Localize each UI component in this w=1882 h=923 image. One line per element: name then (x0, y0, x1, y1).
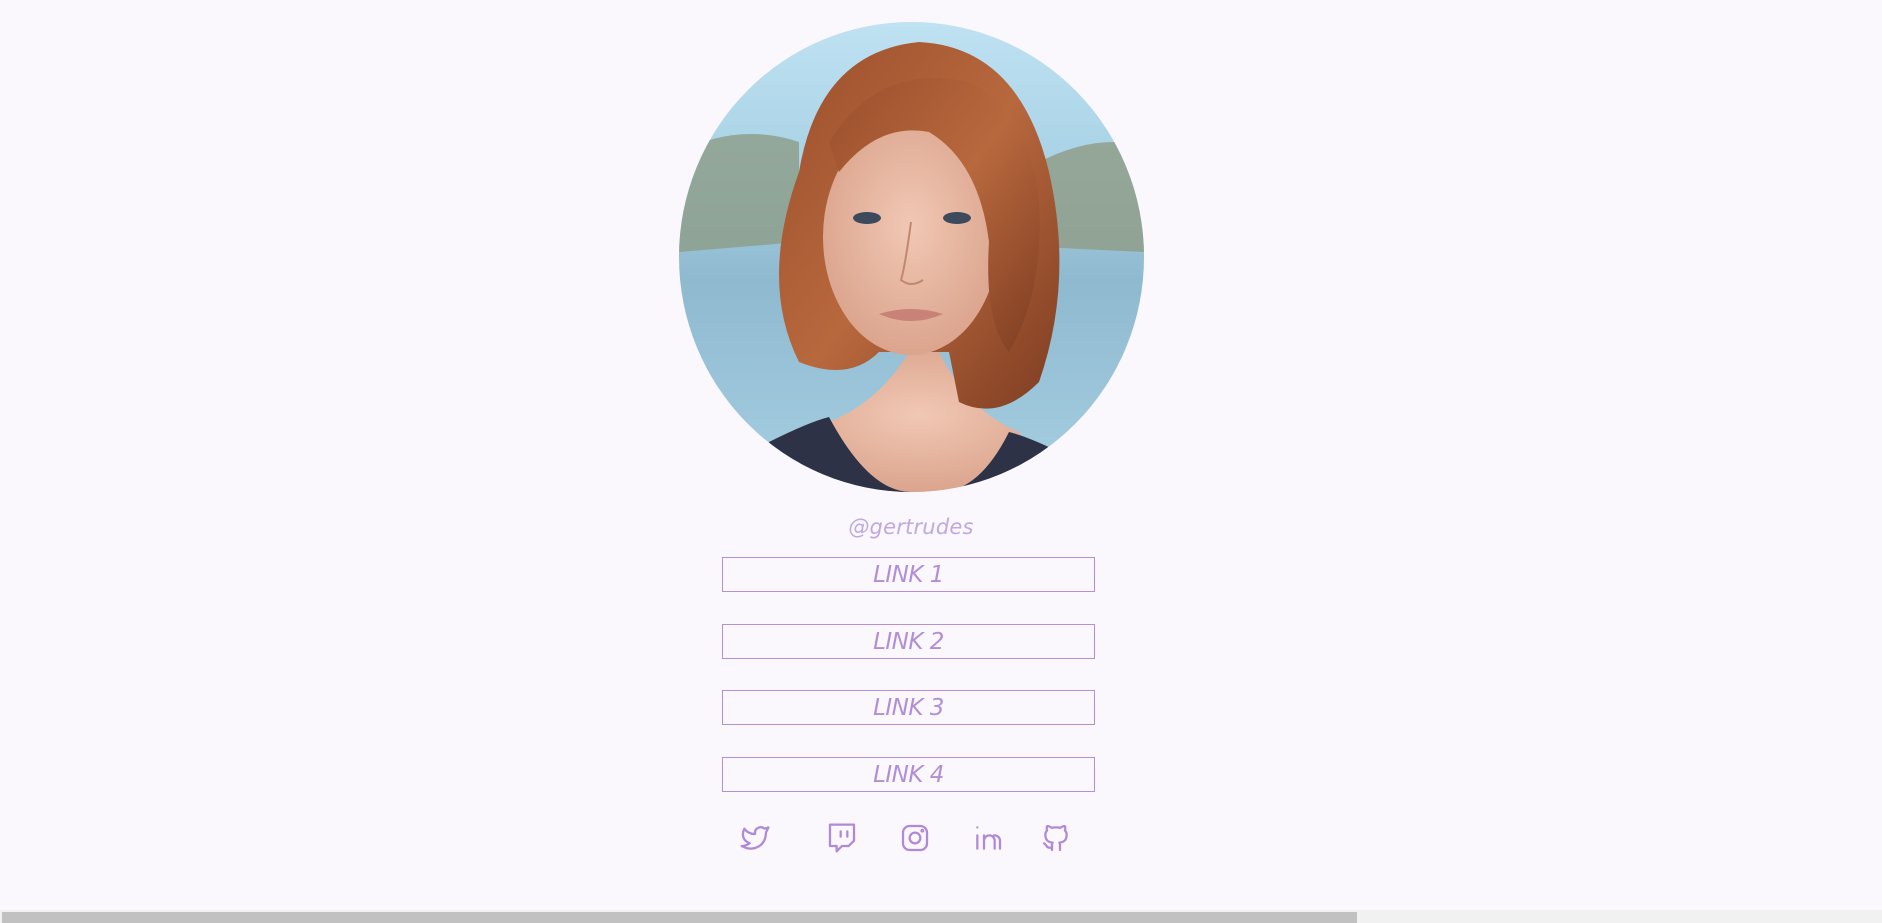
twitch-link[interactable] (825, 821, 859, 855)
link-button-4[interactable]: LINK 4 (722, 757, 1095, 792)
instagram-icon (901, 824, 929, 852)
github-icon (1042, 824, 1068, 852)
link-button-2[interactable]: LINK 2 (722, 624, 1095, 659)
twitch-icon (828, 823, 856, 853)
link-button-3[interactable]: LINK 3 (722, 690, 1095, 725)
linkedin-icon (976, 826, 1002, 850)
page: @gertrudes LINK 1 LINK 2 LINK 3 LINK 4 (0, 0, 1882, 910)
github-link[interactable] (1039, 821, 1073, 855)
profile-avatar (679, 22, 1144, 492)
scrollbar-thumb[interactable] (2, 912, 1357, 923)
horizontal-scrollbar[interactable] (0, 910, 1882, 923)
linkedin-link[interactable] (971, 821, 1005, 855)
social-links (0, 821, 1882, 857)
instagram-link[interactable] (898, 821, 932, 855)
avatar-image (679, 22, 1144, 492)
username: @gertrudes (848, 515, 974, 539)
twitter-link[interactable] (738, 821, 772, 855)
twitter-icon (740, 826, 770, 850)
link-button-1[interactable]: LINK 1 (722, 557, 1095, 592)
